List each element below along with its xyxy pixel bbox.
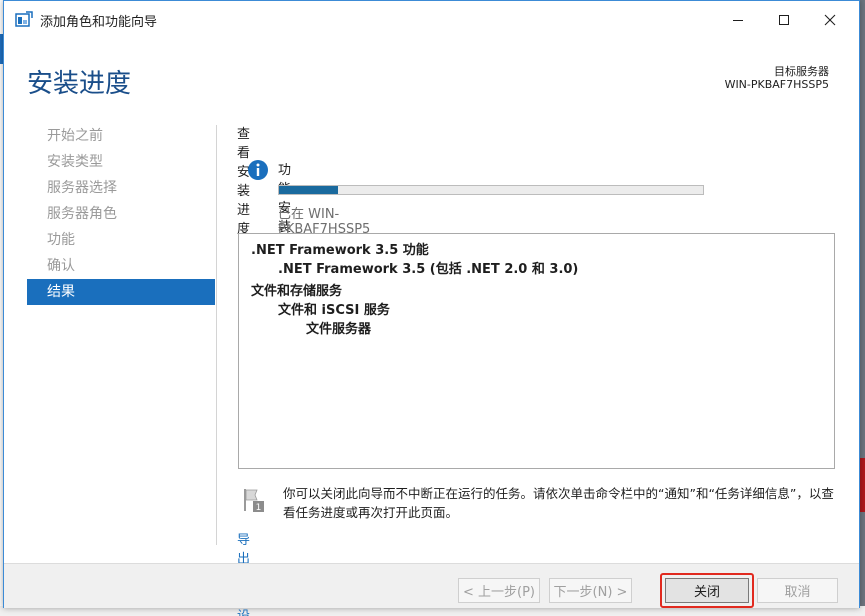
svg-text:1: 1 — [256, 503, 262, 513]
server-manager-icon — [15, 11, 33, 27]
target-server-value: WIN-PKBAF7HSSP5 — [724, 78, 829, 91]
result-item: 文件和 iSCSI 服务 — [278, 303, 390, 318]
nav-item-server-selection[interactable]: 服务器选择 — [27, 175, 215, 201]
flag-icon: 1 — [244, 489, 264, 513]
target-server-label: 目标服务器 — [774, 65, 829, 78]
wizard-window: 添加角色和功能向导 安装进度 目标服务器 WIN-PKBAF7HSSP5 开始之… — [3, 0, 860, 616]
nav-item-features[interactable]: 功能 — [27, 227, 215, 253]
minimize-icon — [733, 20, 743, 21]
page-header: 安装进度 目标服务器 WIN-PKBAF7HSSP5 — [4, 39, 859, 117]
page-title: 安装进度 — [27, 69, 132, 99]
cancel-button[interactable]: 取消 — [757, 578, 838, 603]
wizard-nav: 开始之前 安装类型 服务器选择 服务器角色 功能 确认 结果 — [27, 123, 215, 305]
window-title: 添加角色和功能向导 — [40, 15, 158, 30]
result-item: 文件服务器 — [306, 322, 372, 337]
note-text: 你可以关闭此向导而不中断正在运行的任务。请依次单击命令栏中的“通知”和“任务详细… — [283, 486, 834, 520]
result-item: 文件和存储服务 — [251, 284, 343, 299]
next-button[interactable]: 下一步(N) > — [549, 578, 632, 603]
install-progress-bar — [278, 185, 704, 195]
close-button[interactable]: 关闭 — [665, 578, 749, 603]
title-bar[interactable]: 添加角色和功能向导 — [4, 1, 859, 39]
close-window-button[interactable] — [807, 1, 853, 39]
results-box[interactable]: .NET Framework 3.5 功能 .NET Framework 3.5… — [238, 233, 835, 469]
nav-divider — [216, 125, 217, 545]
previous-button[interactable]: < 上一步(P) — [458, 578, 540, 603]
info-icon — [248, 160, 268, 180]
result-item: .NET Framework 3.5 功能 — [251, 243, 429, 258]
minimize-button[interactable] — [715, 1, 761, 39]
footer-bar: < 上一步(P) 下一步(N) > 关闭 取消 — [4, 563, 859, 608]
nav-item-results[interactable]: 结果 — [27, 279, 215, 305]
maximize-button[interactable] — [761, 1, 807, 39]
close-icon — [824, 14, 836, 26]
nav-item-installation-type[interactable]: 安装类型 — [27, 149, 215, 175]
progress-fill — [279, 186, 339, 194]
nav-item-server-roles[interactable]: 服务器角色 — [27, 201, 215, 227]
maximize-icon — [779, 15, 789, 25]
result-item: .NET Framework 3.5 (包括 .NET 2.0 和 3.0) — [278, 262, 579, 277]
nav-item-confirmation[interactable]: 确认 — [27, 253, 215, 279]
nav-item-before-you-begin[interactable]: 开始之前 — [27, 123, 215, 149]
